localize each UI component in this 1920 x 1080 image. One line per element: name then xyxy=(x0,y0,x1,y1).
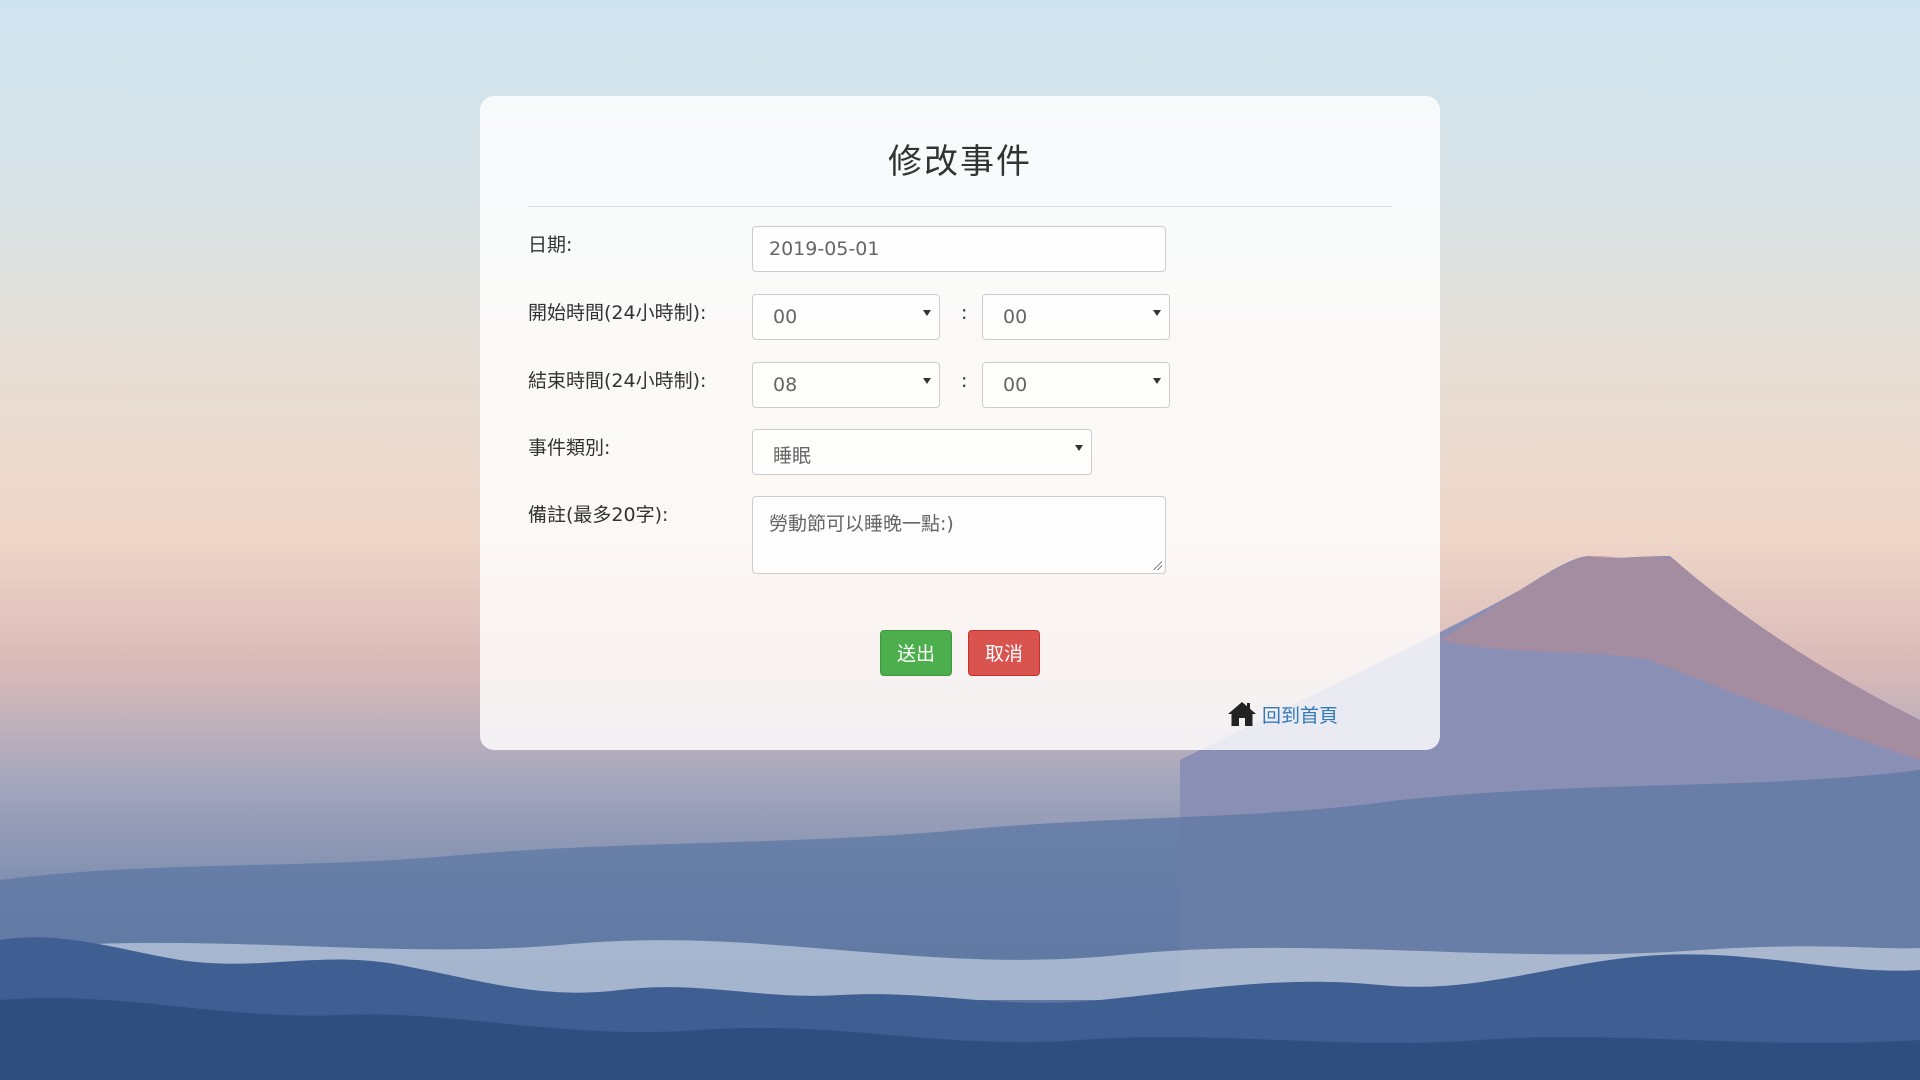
page-title: 修改事件 xyxy=(888,142,1032,182)
chevron-down-icon xyxy=(923,310,931,316)
date-label: 日期: xyxy=(528,234,573,256)
end-minute-select[interactable]: 00 xyxy=(982,362,1170,408)
note-value: 勞動節可以睡晚一點:) xyxy=(769,513,954,535)
start-hour-value: 00 xyxy=(773,306,798,328)
category-value: 睡眠 xyxy=(773,445,812,467)
end-hour-value: 08 xyxy=(773,374,798,396)
chevron-down-icon xyxy=(1153,378,1161,384)
start-minute-select[interactable]: 00 xyxy=(982,294,1170,340)
note-textarea[interactable]: 勞動節可以睡晚一點:) xyxy=(752,496,1166,574)
date-row: 日期: 2019-05-01 xyxy=(528,226,1392,274)
end-time-separator: : xyxy=(961,370,968,392)
home-link[interactable]: 回到首頁 xyxy=(1226,700,1338,728)
start-minute-value: 00 xyxy=(1003,306,1028,328)
chevron-down-icon xyxy=(1153,310,1161,316)
end-minute-value: 00 xyxy=(1003,374,1028,396)
title-divider xyxy=(528,206,1392,207)
edit-event-card: 修改事件 日期: 2019-05-01 開始時間(24小時制): 00 : 00… xyxy=(480,96,1440,750)
category-row: 事件類別: 睡眠 xyxy=(528,429,1392,477)
end-time-label: 結束時間(24小時制): xyxy=(528,370,707,392)
resize-handle-icon[interactable] xyxy=(1152,560,1162,570)
start-time-separator: : xyxy=(961,302,968,324)
chevron-down-icon xyxy=(923,378,931,384)
note-row: 備註(最多20字): 勞動節可以睡晚一點:) xyxy=(528,496,1392,576)
home-icon xyxy=(1228,702,1256,726)
start-time-label: 開始時間(24小時制): xyxy=(528,302,707,324)
start-time-row: 開始時間(24小時制): 00 : 00 xyxy=(528,294,1392,342)
category-label: 事件類別: xyxy=(528,437,611,459)
end-time-row: 結束時間(24小時制): 08 : 00 xyxy=(528,362,1392,410)
date-value: 2019-05-01 xyxy=(769,238,880,260)
end-hour-select[interactable]: 08 xyxy=(752,362,940,408)
cancel-button[interactable]: 取消 xyxy=(968,630,1040,676)
category-select[interactable]: 睡眠 xyxy=(752,429,1092,475)
home-link-label[interactable]: 回到首頁 xyxy=(1262,701,1338,728)
submit-button[interactable]: 送出 xyxy=(880,630,952,676)
date-input[interactable]: 2019-05-01 xyxy=(752,226,1166,272)
chevron-down-icon xyxy=(1075,445,1083,451)
start-hour-select[interactable]: 00 xyxy=(752,294,940,340)
note-label: 備註(最多20字): xyxy=(528,504,669,526)
